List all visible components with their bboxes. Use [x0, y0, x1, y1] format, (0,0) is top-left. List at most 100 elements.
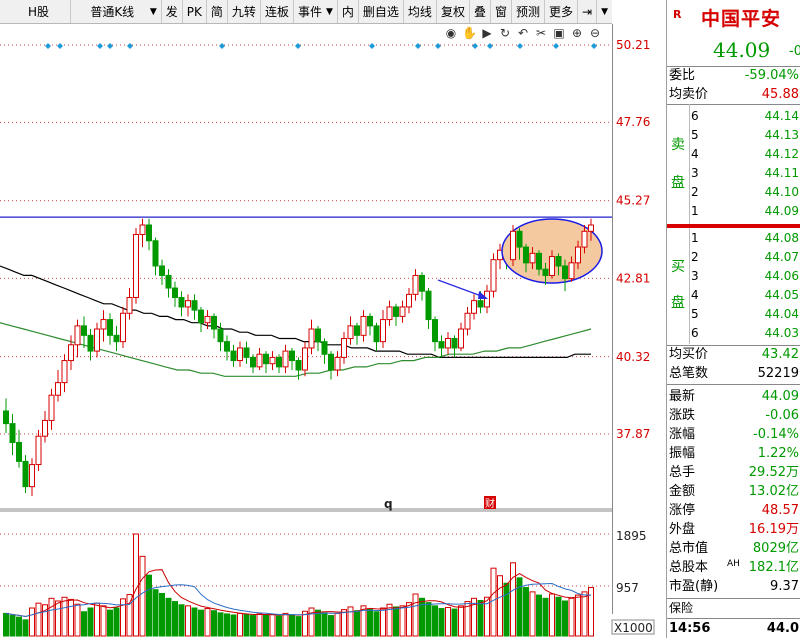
ask-row[interactable]: 2 44.10	[689, 184, 800, 201]
toolbar-remove-watchlist-button[interactable]: 删自选	[359, 0, 404, 23]
stat-value: 44.09	[761, 389, 799, 404]
candle	[458, 328, 464, 349]
volume-axis-label-1895: 1895	[616, 529, 647, 543]
volume-bar	[438, 608, 445, 637]
stat-row: 金额 13.02亿	[667, 483, 800, 501]
sell-side-label-2: 盘	[671, 175, 685, 191]
toolbar-lianban-button[interactable]: 连板	[261, 0, 294, 23]
toolbar-ma-button[interactable]: 均线	[404, 0, 437, 23]
volume-bar	[295, 616, 302, 637]
sell-side-label-1: 卖	[671, 137, 685, 153]
signal-diamond-icon	[472, 43, 478, 49]
ask-row[interactable]: 5 44.13	[689, 127, 800, 144]
bid-row[interactable]: 2 44.07	[689, 249, 800, 266]
ask-row[interactable]: 3 44.11	[689, 165, 800, 182]
toolbar-kline-select[interactable]: 普通K线 ▼	[71, 0, 162, 23]
bid-row[interactable]: 1 44.08	[689, 230, 800, 247]
candle	[406, 293, 412, 308]
toolbar-pk-button[interactable]: PK	[183, 0, 207, 23]
volume-bar	[81, 611, 87, 637]
ask-row[interactable]: 1 44.09	[689, 203, 800, 220]
volume-bar	[380, 607, 386, 637]
volume-bar	[204, 608, 211, 637]
candle	[74, 325, 81, 346]
signal-diamond-icon	[219, 43, 225, 49]
stat-value: 16.19万	[748, 522, 799, 537]
volume-bar	[490, 567, 497, 637]
kline-chart[interactable]: 50.2147.7645.2742.8140.3237.87 q 财 1895 …	[0, 24, 666, 638]
candle	[308, 328, 315, 349]
candle	[152, 240, 159, 267]
signal-diamond-icon	[45, 43, 51, 49]
price-axis-label: 37.87	[616, 427, 650, 441]
ask-level: 6	[691, 109, 699, 123]
candle	[523, 246, 529, 264]
volume-bar	[276, 615, 282, 637]
ask-row[interactable]: 6 44.14	[689, 108, 800, 125]
bid-row[interactable]: 4 44.05	[689, 287, 800, 304]
toolbar-hk-button[interactable]: H股	[0, 0, 71, 23]
volume-bar	[432, 605, 438, 637]
toolbar-overlay-button[interactable]: 叠	[470, 0, 491, 23]
toolbar-window-button[interactable]: 窗	[491, 0, 512, 23]
volume-bar	[146, 574, 152, 637]
candle	[536, 252, 542, 270]
candle	[35, 435, 42, 466]
stat-value: 8029亿	[752, 541, 799, 556]
toolbar-dropdown-button[interactable]: ▼	[597, 0, 612, 23]
volume-bar	[315, 609, 321, 637]
stat-value: 13.02亿	[748, 484, 799, 499]
toolbar-jiuzhuan-button[interactable]: 九转	[228, 0, 261, 23]
trade-last-price: 44.0	[766, 621, 799, 636]
volume-bar	[536, 594, 542, 637]
bid-row[interactable]: 5 44.04	[689, 306, 800, 323]
volume-bar	[581, 591, 588, 637]
candle	[198, 309, 204, 324]
margin-logo: R	[673, 8, 682, 21]
avg-buy-value: 43.42	[761, 347, 799, 362]
signal-diamond-icon	[369, 43, 375, 49]
candle	[139, 224, 146, 235]
candle	[133, 233, 139, 299]
bid-row[interactable]: 3 44.06	[689, 268, 800, 285]
signal-diamond-icon	[591, 43, 597, 49]
candle	[81, 325, 87, 336]
candle	[61, 360, 68, 384]
toolbar-event-button[interactable]: 事件 ▼	[294, 0, 338, 23]
volume-bar	[152, 589, 159, 637]
toolbar-fa-button[interactable]: 发	[162, 0, 183, 23]
toolbar-nei-button[interactable]: 内	[338, 0, 359, 23]
toolbar-collapse-button[interactable]: ⇥	[578, 0, 598, 23]
volume-bar	[269, 613, 276, 637]
volume-bar	[61, 596, 68, 637]
stat-value: -0.14%	[753, 427, 799, 442]
toolbar-forecast-button[interactable]: 预测	[512, 0, 545, 23]
ah-tag[interactable]: AH	[727, 559, 740, 569]
ask-row[interactable]: 4 44.12	[689, 146, 800, 163]
candle	[237, 347, 243, 362]
candle	[48, 394, 55, 421]
toolbar-jian-button[interactable]: 简	[207, 0, 228, 23]
sector-label[interactable]: 保险	[669, 599, 693, 617]
signal-diamond-icon	[435, 43, 441, 49]
volume-bar	[399, 605, 406, 637]
candle	[217, 328, 224, 343]
volume-bar	[139, 555, 146, 637]
bid-price: 44.05	[764, 288, 799, 302]
volume-bar	[159, 592, 165, 637]
volume-bar	[256, 613, 263, 637]
toolbar-more-button[interactable]: 更多	[545, 0, 579, 23]
price-change: -0	[789, 44, 800, 59]
volume-bar	[373, 611, 380, 637]
signal-diamond-icon	[57, 43, 63, 49]
candle	[87, 334, 94, 352]
candle	[562, 265, 568, 280]
candle	[282, 350, 289, 368]
ask-price: 44.09	[764, 204, 799, 218]
candle	[367, 315, 373, 327]
bid-row[interactable]: 6 44.03	[689, 325, 800, 342]
candle	[425, 290, 432, 321]
ask-price: 44.11	[764, 166, 799, 180]
candle	[393, 306, 399, 317]
toolbar-adjust-button[interactable]: 复权	[437, 0, 470, 23]
